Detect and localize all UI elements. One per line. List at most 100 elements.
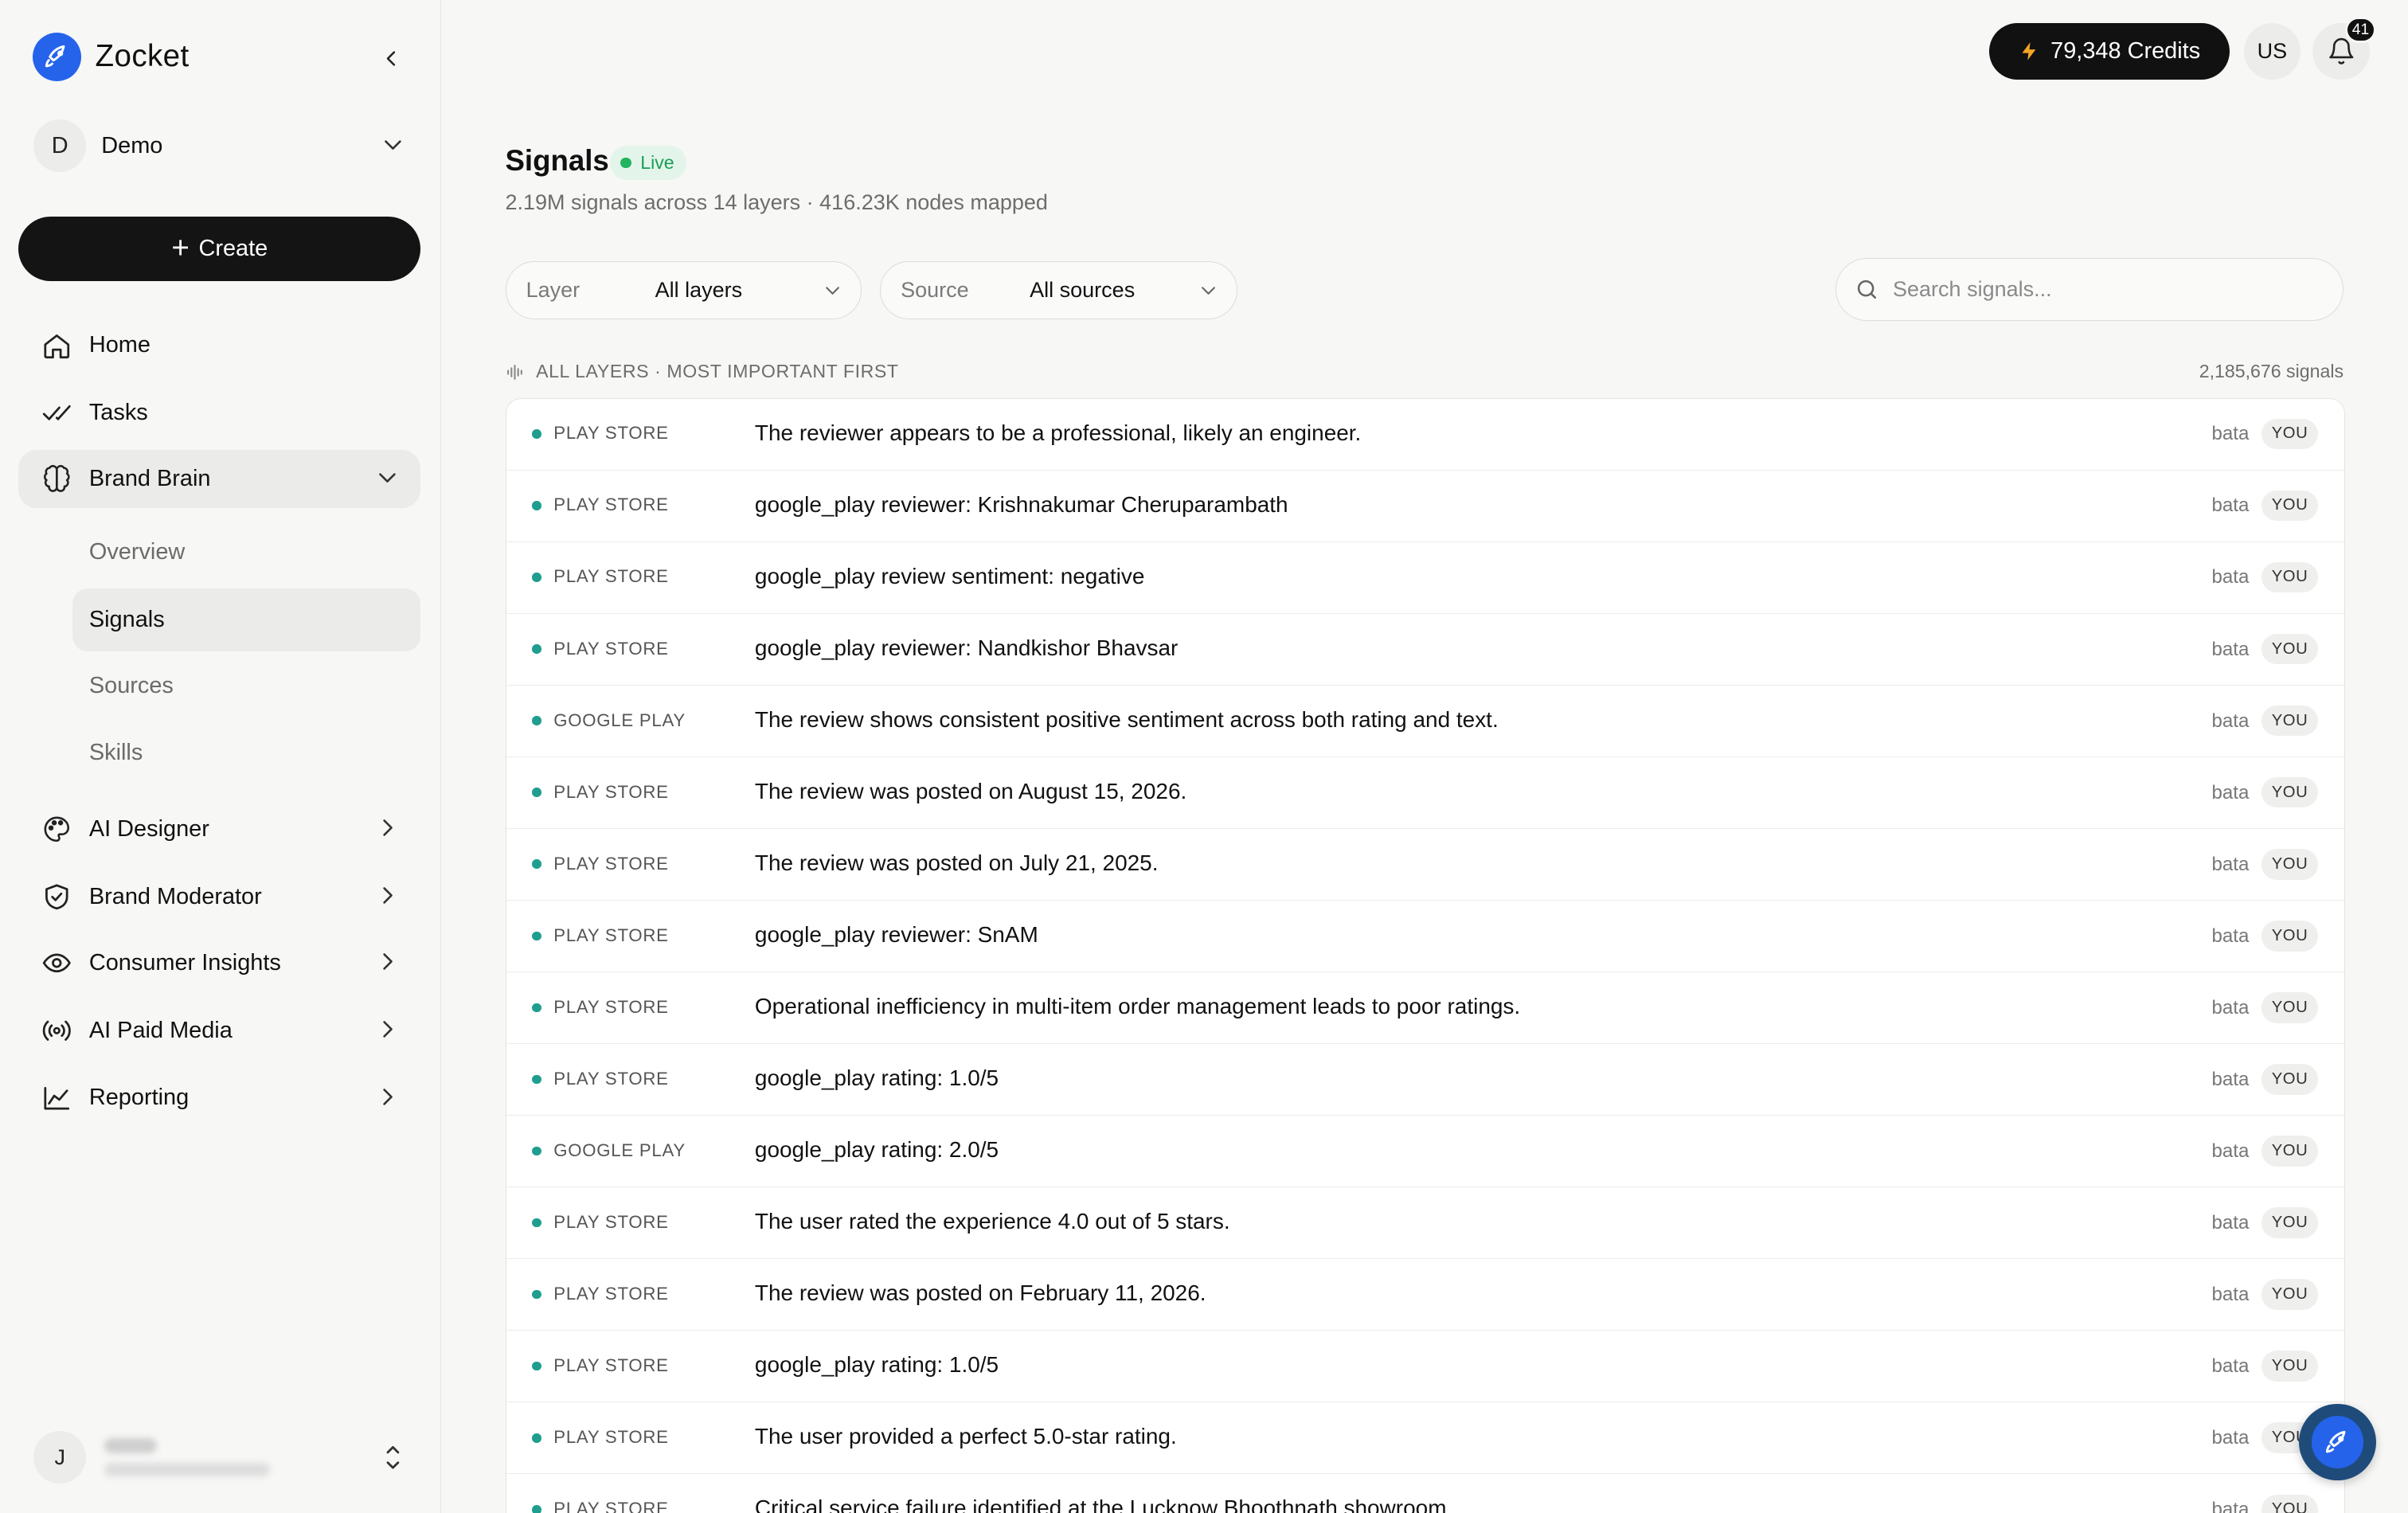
nav-item-reporting[interactable]: Reporting xyxy=(18,1069,420,1127)
signal-row[interactable]: PLAY STORE The review was posted on Febru… xyxy=(506,1259,2344,1331)
notification-count-badge: 41 xyxy=(2344,17,2376,43)
signal-source: PLAY STORE xyxy=(553,1499,669,1513)
signal-source: PLAY STORE xyxy=(553,925,669,945)
chevron-right-icon xyxy=(382,1088,393,1105)
region-selector[interactable]: US xyxy=(2243,22,2301,80)
signal-brand: bata xyxy=(2211,710,2250,732)
signal-owner-badge: YOU xyxy=(2261,633,2319,665)
signal-row[interactable]: GOOGLE PLAY google_play rating: 2.0/5 bata… xyxy=(506,1116,2344,1188)
signal-row[interactable]: PLAY STORE google_play reviewer: Krishnak… xyxy=(506,471,2344,542)
signal-row[interactable]: GOOGLE PLAY The review shows consistent p… xyxy=(506,686,2344,757)
signal-text: Operational inefficiency in multi-item o… xyxy=(754,994,1521,1018)
signal-row[interactable]: PLAY STORE The user rated the experience … xyxy=(506,1187,2344,1260)
user-avatar: J xyxy=(33,1431,86,1484)
signal-text: google_play rating: 2.0/5 xyxy=(754,1137,999,1163)
nav-item-consumer-insights[interactable]: Consumer Insights xyxy=(18,934,420,992)
signal-source: PLAY STORE xyxy=(553,996,669,1017)
nav-item-home[interactable]: Home xyxy=(18,316,420,374)
collapse-sidebar-button[interactable] xyxy=(375,41,408,75)
signal-source: GOOGLE PLAY xyxy=(553,1140,686,1160)
sub-item-overview[interactable]: Overview xyxy=(72,521,421,584)
create-label: Create xyxy=(198,235,268,261)
sub-item-signals[interactable]: Signals xyxy=(72,588,421,651)
chevron-down-icon xyxy=(378,473,396,483)
search-icon xyxy=(1857,280,1876,299)
signal-row[interactable]: PLAY STORE The review was posted on July … xyxy=(506,829,2344,901)
signal-text: The user rated the experience 4.0 out of… xyxy=(754,1209,1230,1234)
nav-item-brand-brain[interactable]: Brand Brain xyxy=(18,450,421,509)
signal-source: PLAY STORE xyxy=(553,566,669,587)
nav-item-tasks[interactable]: Tasks xyxy=(18,384,420,442)
status-dot-icon xyxy=(532,1361,541,1371)
signal-owner-badge: YOU xyxy=(2261,1494,2319,1513)
palette-icon xyxy=(40,812,73,846)
signal-source: PLAY STORE xyxy=(553,1427,669,1448)
sub-item-sources[interactable]: Sources xyxy=(72,655,421,717)
rocket-logo-icon xyxy=(32,32,82,82)
search-input[interactable] xyxy=(1893,272,2324,307)
signal-brand: bata xyxy=(2211,1355,2250,1378)
signal-brand: bata xyxy=(2211,925,2250,947)
page-title: Signals xyxy=(505,144,609,178)
nav-label: Consumer Insights xyxy=(88,949,281,975)
credits-button[interactable]: 79,348 Credits xyxy=(1988,22,2230,80)
signal-text: google_play rating: 1.0/5 xyxy=(754,1352,999,1378)
nav-item-ai-designer[interactable]: AI Designer xyxy=(18,800,420,858)
signal-row[interactable]: PLAY STORE google_play rating: 1.0/5 bata Y… xyxy=(506,1331,2344,1403)
signal-text: The review was posted on July 21, 2025. xyxy=(754,850,1159,875)
signal-row[interactable]: PLAY STORE The user provided a perfect 5.… xyxy=(506,1402,2344,1475)
eye-icon xyxy=(40,946,73,979)
signal-owner-badge: YOU xyxy=(2261,1136,2319,1167)
signal-row[interactable]: PLAY STORE Operational inefficiency in mu… xyxy=(506,972,2344,1045)
workspace-switcher[interactable]: D Demo xyxy=(33,119,411,172)
nav-label: Brand Brain xyxy=(88,466,211,492)
nav-label: AI Designer xyxy=(88,815,209,842)
signal-source: PLAY STORE xyxy=(553,638,669,659)
source-filter-dropdown[interactable]: Source All sources xyxy=(880,260,1238,320)
assistant-fab-button[interactable] xyxy=(2299,1403,2376,1481)
signal-brand: bata xyxy=(2211,1140,2250,1162)
signal-row[interactable]: PLAY STORE Critical service failure ident… xyxy=(506,1474,2344,1513)
signal-brand: bata xyxy=(2211,1427,2250,1449)
layer-filter-dropdown[interactable]: Layer All layers xyxy=(505,260,862,320)
signal-text: The user provided a perfect 5.0-star rat… xyxy=(754,1424,1177,1449)
signal-owner-badge: YOU xyxy=(2261,1207,2319,1238)
layer-filter-label: Layer xyxy=(526,278,580,302)
signal-row[interactable]: PLAY STORE google_play review sentiment: … xyxy=(506,542,2344,614)
status-dot-icon xyxy=(532,1433,541,1443)
user-menu[interactable]: J xyxy=(33,1430,411,1485)
live-status-badge: Live xyxy=(609,146,687,180)
signal-row[interactable]: PLAY STORE The reviewer appears to be a p… xyxy=(506,399,2344,471)
nav-item-ai-paid-media[interactable]: AI Paid Media xyxy=(18,1001,420,1059)
signal-source: PLAY STORE xyxy=(553,853,669,874)
check-double-icon xyxy=(40,397,73,430)
signal-text: google_play reviewer: SnAM xyxy=(754,921,1038,947)
signal-owner-badge: YOU xyxy=(2261,921,2319,952)
search-box xyxy=(1835,258,2344,322)
source-filter-label: Source xyxy=(901,278,969,302)
signal-owner-badge: YOU xyxy=(2261,705,2319,737)
signal-row[interactable]: PLAY STORE google_play reviewer: SnAM bata… xyxy=(506,901,2344,972)
brand[interactable]: Zocket xyxy=(32,32,190,82)
notifications-button[interactable]: 41 xyxy=(2312,17,2376,80)
sub-item-skills[interactable]: Skills xyxy=(72,721,421,784)
signal-brand: bata xyxy=(2211,1284,2250,1306)
list-heading: ALL LAYERS · MOST IMPORTANT FIRST xyxy=(536,361,899,382)
nav-label: Tasks xyxy=(88,400,148,426)
chevron-right-icon xyxy=(382,952,393,970)
live-dot-icon xyxy=(620,157,631,169)
signal-row[interactable]: PLAY STORE google_play reviewer: Nandkish… xyxy=(506,614,2344,686)
signal-source: PLAY STORE xyxy=(553,1355,669,1376)
signal-row[interactable]: PLAY STORE The review was posted on Augus… xyxy=(506,757,2344,829)
signal-count: 2,185,676 signals xyxy=(2199,361,2344,382)
signal-row[interactable]: PLAY STORE google_play rating: 1.0/5 bata Y… xyxy=(506,1044,2344,1116)
status-dot-icon xyxy=(532,1289,541,1300)
signal-brand: bata xyxy=(2211,781,2250,803)
signal-brand: bata xyxy=(2211,1068,2250,1090)
chevron-right-icon xyxy=(382,887,393,904)
chart-line-icon xyxy=(40,1081,73,1115)
brain-icon xyxy=(40,463,73,496)
create-button[interactable]: + Create xyxy=(18,216,421,281)
nav-item-brand-moderator[interactable]: Brand Moderator xyxy=(18,868,420,926)
signal-text: The review shows consistent positive sen… xyxy=(754,706,1499,732)
